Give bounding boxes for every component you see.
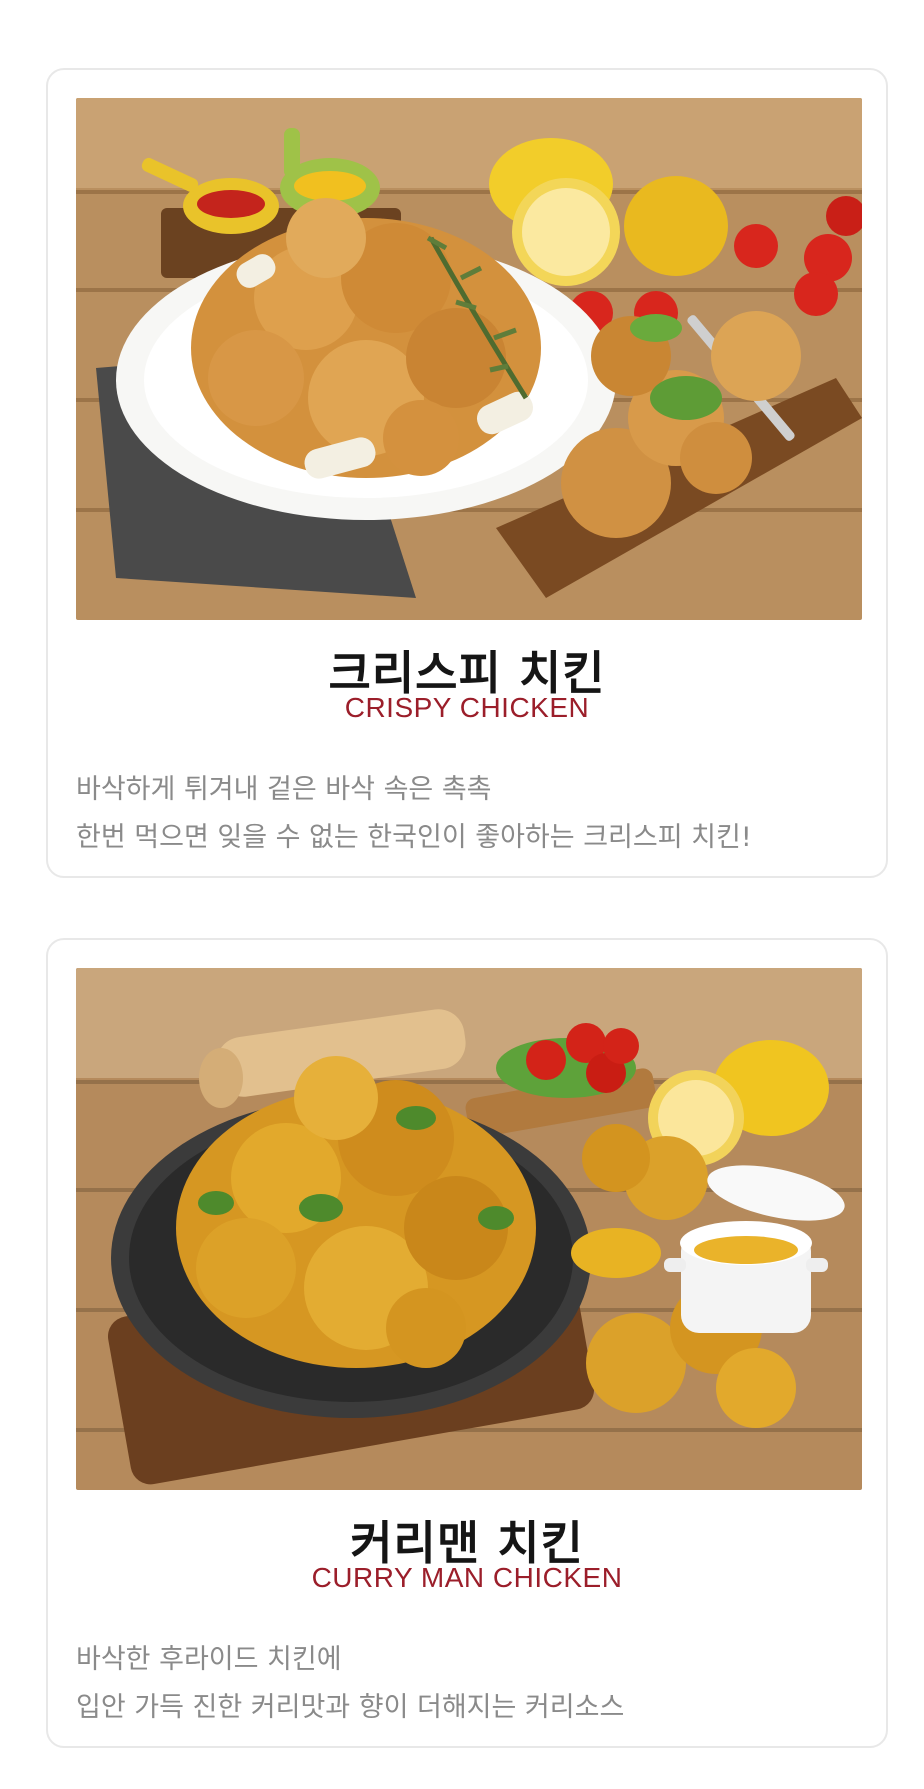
curry-man-chicken-photo (76, 968, 862, 1490)
menu-description-line: 바삭한 후라이드 치킨에 (76, 1644, 342, 1675)
menu-description: 바삭하게 튀겨내 겉은 바삭 속은 촉촉 한번 먹으면 잊을 수 없는 한국인이… (76, 766, 866, 862)
menu-card-curry-man-chicken[interactable]: 커리맨 치킨 CURRY MAN CHICKEN 바삭한 후라이드 치킨에 입안… (46, 938, 888, 1748)
menu-description: 바삭한 후라이드 치킨에 입안 가득 진한 커리맛과 향이 더해지는 커리소스 (76, 1636, 866, 1732)
crispy-chicken-photo (76, 98, 862, 620)
menu-title-en: CURRY MAN CHICKEN (311, 1562, 623, 1593)
menu-description-line: 한번 먹으면 잊을 수 없는 한국인이 좋아하는 크리스피 치킨! (76, 822, 752, 853)
menu-title-en: CRISPY CHICKEN (344, 692, 590, 723)
menu-list: 크리스피 치킨 CRISPY CHICKEN 바삭하게 튀겨내 겉은 바삭 속은… (0, 0, 924, 1789)
menu-description-line: 입안 가득 진한 커리맛과 향이 더해지는 커리소스 (76, 1692, 625, 1723)
menu-card-crispy-chicken[interactable]: 크리스피 치킨 CRISPY CHICKEN 바삭하게 튀겨내 겉은 바삭 속은… (46, 68, 888, 878)
menu-description-line: 바삭하게 튀겨내 겉은 바삭 속은 촉촉 (76, 774, 492, 805)
